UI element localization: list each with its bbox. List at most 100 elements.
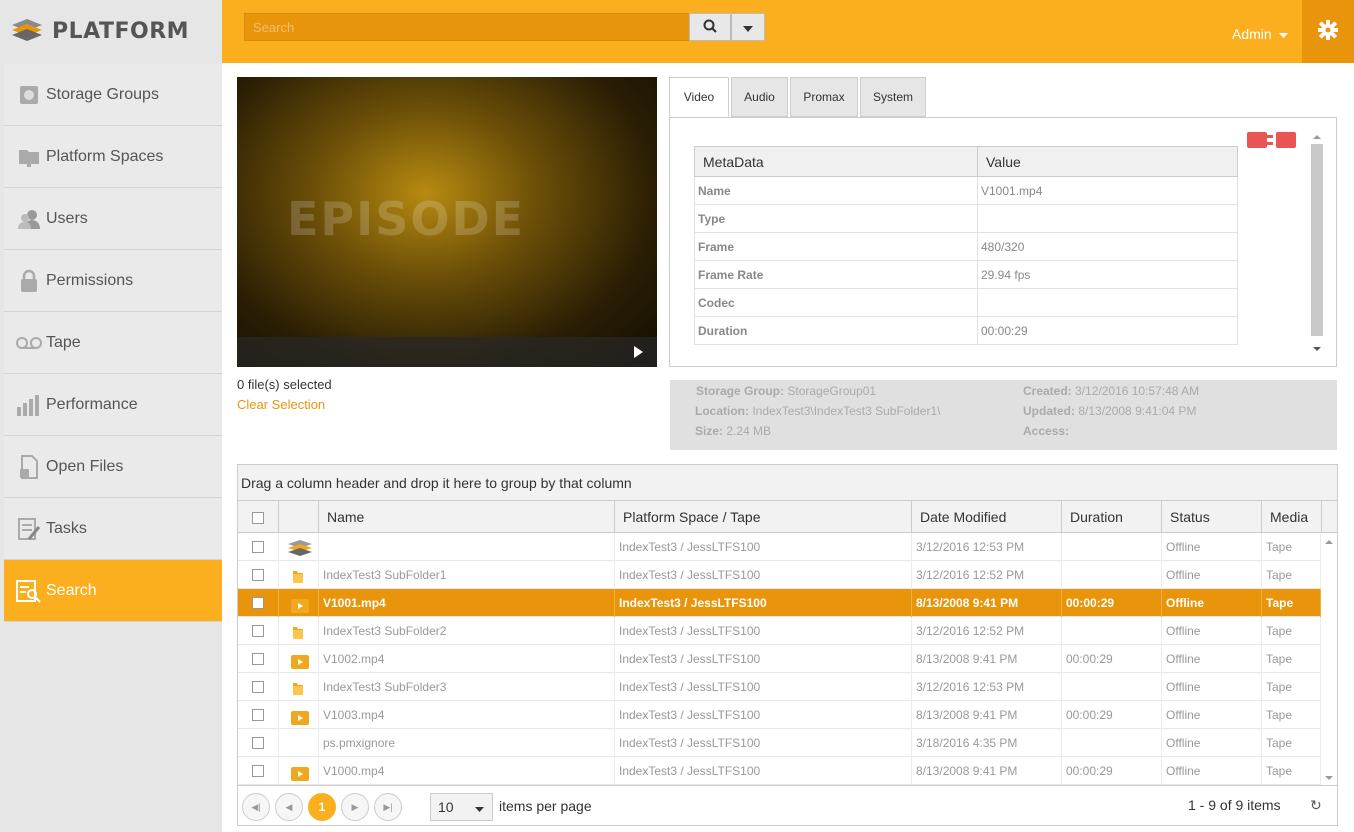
prev-page-button[interactable]: ◀ bbox=[275, 793, 303, 821]
cell-duration bbox=[1062, 673, 1162, 701]
row-checkbox[interactable] bbox=[252, 653, 264, 665]
tab-system[interactable]: System bbox=[860, 77, 926, 117]
column-header-status[interactable]: Status bbox=[1162, 501, 1262, 533]
table-row[interactable]: IndexTest3 SubFolder3 IndexTest3 / JessLT… bbox=[238, 673, 1321, 701]
admin-label: Admin bbox=[1232, 26, 1272, 42]
cell-icon bbox=[279, 617, 319, 645]
row-checkbox[interactable] bbox=[252, 541, 264, 553]
sidebar-item-tasks[interactable]: Tasks bbox=[4, 498, 222, 560]
table-row[interactable]: V1003.mp4 IndexTest3 / JessLTFS100 8/13/20… bbox=[238, 701, 1321, 729]
table-row[interactable]: IndexTest3 SubFolder2 IndexTest3 / JessLT… bbox=[238, 617, 1321, 645]
sidebar-item-tape[interactable]: Tape bbox=[4, 312, 222, 374]
row-checkbox[interactable] bbox=[252, 737, 264, 749]
group-by-bar[interactable]: Drag a column header and drop it here to… bbox=[238, 465, 1337, 501]
video-controls bbox=[237, 337, 657, 367]
cell-platform-space: IndexTest3 / JessLTFS100 bbox=[615, 561, 912, 589]
tab-audio[interactable]: Audio bbox=[731, 77, 788, 117]
grid-scrollbar[interactable] bbox=[1321, 533, 1337, 785]
logo[interactable]: PLATFORM bbox=[0, 0, 222, 63]
cell-date-modified: 8/13/2008 9:41 PM bbox=[912, 701, 1062, 729]
cell-checkbox bbox=[238, 533, 279, 561]
cell-platform-space: IndexTest3 / JessLTFS100 bbox=[615, 533, 912, 561]
cell-icon bbox=[279, 645, 319, 673]
top-bar: Admin bbox=[222, 0, 1354, 63]
brand-name: PLATFORM bbox=[52, 19, 190, 44]
search-input[interactable] bbox=[244, 13, 690, 41]
cell-date-modified: 3/12/2016 12:53 PM bbox=[912, 673, 1062, 701]
file-info-panel: Storage Group: StorageGroup01 Location: … bbox=[670, 380, 1337, 450]
plug-icon[interactable] bbox=[1247, 131, 1297, 149]
cell-checkbox bbox=[238, 561, 279, 589]
row-checkbox[interactable] bbox=[252, 765, 264, 777]
sidebar-item-storage-groups[interactable]: Storage Groups bbox=[4, 64, 222, 126]
search-options-dropdown[interactable] bbox=[731, 13, 765, 41]
sidebar-item-label: Tasks bbox=[46, 519, 87, 537]
page-size-value: 10 bbox=[438, 799, 454, 815]
metadata-panel: MetaData Value Name V1001.mp4 Type Frame 4… bbox=[669, 117, 1337, 367]
tab-video[interactable]: Video bbox=[669, 77, 729, 117]
cell-checkbox bbox=[238, 645, 279, 673]
last-page-button[interactable]: ▶| bbox=[374, 793, 402, 821]
column-header-duration[interactable]: Duration bbox=[1062, 501, 1162, 533]
play-icon[interactable] bbox=[634, 346, 643, 358]
table-row[interactable]: V1001.mp4 IndexTest3 / JessLTFS100 8/13/20… bbox=[238, 589, 1321, 617]
table-row[interactable]: IndexTest3 / JessLTFS100 3/12/2016 12:53 … bbox=[238, 533, 1321, 561]
column-header-date-modified[interactable]: Date Modified bbox=[912, 501, 1062, 533]
video-player[interactable]: EPISODE bbox=[237, 77, 657, 367]
cell-checkbox bbox=[238, 729, 279, 757]
sidebar-item-label: Tape bbox=[46, 333, 81, 351]
sidebar-item-label: Performance bbox=[46, 395, 138, 413]
select-all-checkbox[interactable] bbox=[252, 512, 264, 524]
first-page-button[interactable]: ◀| bbox=[242, 793, 270, 821]
admin-menu[interactable]: Admin bbox=[1232, 26, 1288, 42]
sidebar-item-open-files[interactable]: Open Files bbox=[4, 436, 222, 498]
cell-icon bbox=[279, 589, 319, 617]
metadata-key: Frame Rate bbox=[694, 260, 978, 289]
tab-promax[interactable]: Promax bbox=[790, 77, 858, 117]
caret-down-icon bbox=[475, 794, 484, 820]
row-checkbox[interactable] bbox=[252, 681, 264, 693]
sidebar-item-performance[interactable]: Performance bbox=[4, 374, 222, 436]
metadata-value bbox=[977, 288, 1238, 317]
caret-down-icon bbox=[1276, 26, 1288, 42]
current-page-button[interactable]: 1 bbox=[308, 793, 336, 821]
table-row[interactable]: V1000.mp4 IndexTest3 / JessLTFS100 8/13/20… bbox=[238, 757, 1321, 785]
metadata-row: Duration 00:00:29 bbox=[694, 316, 1238, 345]
cell-date-modified: 8/13/2008 9:41 PM bbox=[912, 589, 1062, 617]
cell-media: Tape bbox=[1262, 673, 1321, 701]
platform-logo-icon bbox=[10, 17, 44, 46]
search-icon bbox=[703, 19, 717, 36]
item-count: 1 - 9 of 9 items bbox=[1188, 797, 1281, 813]
column-header-media[interactable]: Media bbox=[1262, 501, 1322, 533]
metadata-key: Frame bbox=[694, 232, 978, 261]
row-checkbox[interactable] bbox=[252, 625, 264, 637]
table-row[interactable]: IndexTest3 SubFolder1 IndexTest3 / JessLT… bbox=[238, 561, 1321, 589]
next-page-button[interactable]: ▶ bbox=[341, 793, 369, 821]
sidebar-item-permissions[interactable]: Permissions bbox=[4, 250, 222, 312]
column-header-value: Value bbox=[977, 146, 1238, 177]
tape-icon bbox=[16, 330, 42, 356]
metadata-scrollbar[interactable] bbox=[1310, 130, 1324, 356]
table-row[interactable]: V1002.mp4 IndexTest3 / JessLTFS100 8/13/20… bbox=[238, 645, 1321, 673]
cell-platform-space: IndexTest3 / JessLTFS100 bbox=[615, 729, 912, 757]
sidebar-item-label: Open Files bbox=[46, 457, 124, 475]
column-header-platform-space[interactable]: Platform Space / Tape bbox=[615, 501, 912, 533]
sidebar-item-users[interactable]: Users bbox=[4, 188, 222, 250]
row-checkbox[interactable] bbox=[252, 597, 264, 609]
table-row[interactable]: ps.pmxignore IndexTest3 / JessLTFS100 3/18… bbox=[238, 729, 1321, 757]
search-button[interactable] bbox=[689, 13, 731, 41]
location-info: Location: IndexTest3\IndexTest3 SubFolde… bbox=[695, 404, 941, 418]
cell-checkbox bbox=[238, 589, 279, 617]
settings-button[interactable] bbox=[1302, 0, 1354, 63]
refresh-icon[interactable]: ↻ bbox=[1310, 797, 1322, 814]
select-all-header bbox=[238, 501, 279, 533]
sidebar-item-platform-spaces[interactable]: Platform Spaces bbox=[4, 126, 222, 188]
column-header-name[interactable]: Name bbox=[319, 501, 615, 533]
row-checkbox[interactable] bbox=[252, 569, 264, 581]
page-size-select[interactable]: 10 bbox=[430, 793, 493, 821]
row-checkbox[interactable] bbox=[252, 709, 264, 721]
cell-date-modified: 3/12/2016 12:52 PM bbox=[912, 561, 1062, 589]
clear-selection-link[interactable]: Clear Selection bbox=[237, 397, 325, 412]
cell-name: V1002.mp4 bbox=[319, 645, 615, 673]
sidebar-item-search[interactable]: Search bbox=[4, 560, 222, 622]
